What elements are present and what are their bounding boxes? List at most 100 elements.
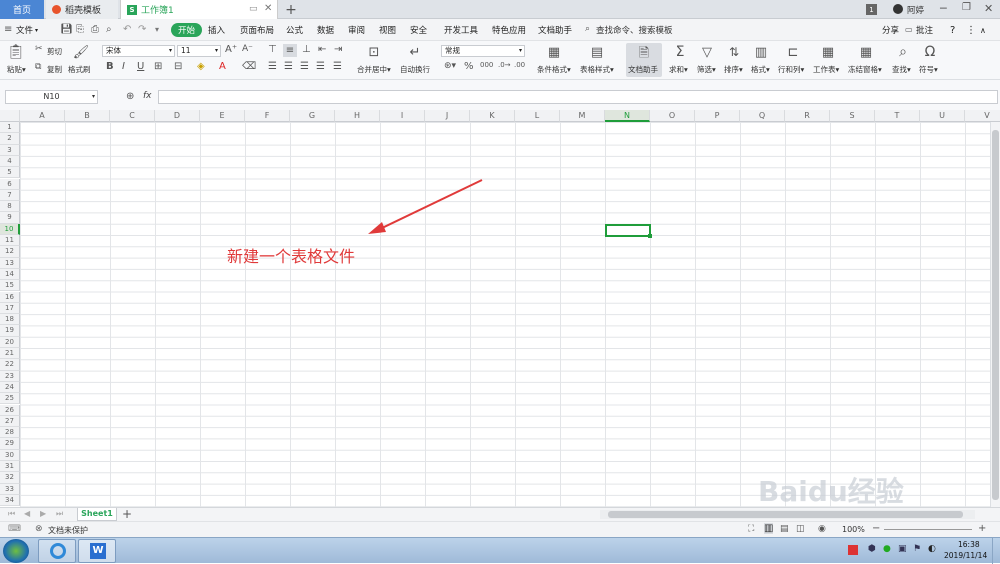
zoom-in-icon[interactable]: + [978, 523, 986, 534]
align-middle-icon[interactable]: ≡ [283, 44, 297, 57]
tray-input-icon[interactable] [848, 545, 858, 555]
reading-mode-icon[interactable]: ◫ [796, 524, 805, 534]
row-header-2[interactable]: 2 [0, 133, 20, 145]
row-header-5[interactable]: 5 [0, 167, 20, 179]
wrap-text-button[interactable]: 自动换行 [400, 64, 430, 75]
column-header-N[interactable]: N [605, 110, 650, 122]
row-header-8[interactable]: 8 [0, 201, 20, 213]
collapse-ribbon-icon[interactable]: ∧ [980, 23, 986, 37]
sort-button[interactable]: 排序▾ [724, 64, 743, 75]
close-window-icon[interactable]: ✕ [984, 2, 993, 15]
row-header-4[interactable]: 4 [0, 155, 20, 168]
formula-input[interactable] [158, 90, 998, 104]
row-header-15[interactable]: 15 [0, 280, 20, 292]
column-header-E[interactable]: E [200, 110, 245, 122]
column-header-M[interactable]: M [560, 110, 605, 122]
worksheet-button[interactable]: 工作表▾ [813, 64, 839, 75]
row-header-20[interactable]: 20 [0, 336, 20, 348]
cell-style-icon[interactable]: ⊟ [174, 62, 182, 72]
fill-color-icon[interactable]: ◈ [197, 62, 205, 72]
column-header-J[interactable]: J [425, 110, 470, 122]
tray-qq-icon[interactable]: ◐ [928, 544, 936, 554]
print-icon[interactable]: ⎙ [91, 24, 99, 35]
column-header-S[interactable]: S [830, 110, 875, 122]
tab-workbook[interactable]: S 工作簿1 ▭ ✕ [120, 0, 278, 19]
paste-button[interactable]: 粘贴▾ [7, 64, 26, 75]
show-desktop-button[interactable] [992, 538, 1000, 564]
percent-icon[interactable]: % [464, 62, 474, 72]
increase-font-icon[interactable]: A⁺ [225, 45, 237, 55]
normal-view-icon[interactable]: ⛶ [748, 524, 754, 534]
currency-icon[interactable]: ⊛▾ [444, 62, 456, 71]
merge-center-button[interactable]: 合并居中▾ [357, 64, 391, 75]
font-color-icon[interactable]: A [219, 62, 226, 72]
align-left-icon[interactable]: ☰ [268, 62, 277, 72]
row-header-21[interactable]: 21 [0, 348, 20, 360]
row-header-26[interactable]: 26 [0, 404, 20, 416]
undo-icon[interactable]: ↶ [123, 24, 131, 35]
row-header-30[interactable]: 30 [0, 449, 20, 461]
hamburger-icon[interactable]: ≡ [4, 24, 12, 35]
tab-close-icon[interactable]: ✕ [264, 3, 272, 14]
row-header-17[interactable]: 17 [0, 302, 20, 315]
last-sheet-icon[interactable]: ⏭ [56, 509, 63, 519]
row-header-19[interactable]: 19 [0, 325, 20, 337]
tray-monitor-icon[interactable]: ▣ [898, 544, 907, 554]
clear-format-icon[interactable]: ⌫ [242, 62, 256, 72]
column-header-H[interactable]: H [335, 110, 380, 122]
row-header-1[interactable]: 1 [0, 122, 20, 134]
cond-format-button[interactable]: 条件格式▾ [537, 64, 571, 75]
menu-data[interactable]: 数据 [317, 23, 334, 37]
sum-button[interactable]: 求和▾ [669, 64, 688, 75]
eye-protect-icon[interactable]: ◉ [818, 524, 826, 534]
italic-icon[interactable]: I [122, 62, 125, 72]
zoom-formula-icon[interactable]: ⊕ [126, 91, 134, 102]
menu-formula[interactable]: 公式 [286, 23, 303, 37]
row-header-16[interactable]: 16 [0, 291, 20, 303]
tray-flag-icon[interactable]: ⚑ [913, 544, 921, 554]
comment-button[interactable]: 批注 [916, 23, 933, 37]
share-button[interactable]: 分享 [882, 23, 899, 37]
clock-time[interactable]: 16:38 [958, 540, 980, 549]
column-header-Q[interactable]: Q [740, 110, 785, 122]
tab-popout-icon[interactable]: ▭ [249, 4, 258, 14]
doc-helper-button[interactable]: 🗎︎ 文档助手 [626, 43, 662, 77]
active-cell[interactable] [605, 224, 652, 238]
border-icon[interactable]: ⊞ [154, 62, 162, 72]
taskbar-browser-icon[interactable] [38, 539, 76, 563]
horizontal-scrollbar[interactable] [600, 510, 975, 519]
column-header-C[interactable]: C [110, 110, 155, 122]
row-header-6[interactable]: 6 [0, 178, 20, 190]
symbol-button[interactable]: 符号▾ [919, 64, 938, 75]
decrease-font-icon[interactable]: A⁻ [242, 45, 253, 54]
paste-icon[interactable]: 📋︎ [7, 44, 25, 60]
help-button[interactable]: ? [950, 23, 955, 37]
menu-features[interactable]: 特色应用 [492, 23, 526, 37]
vertical-scroll-thumb[interactable] [992, 130, 999, 500]
tray-network-icon[interactable]: ⬢ [868, 544, 876, 554]
export-pdf-icon[interactable]: ⎘ [76, 24, 84, 35]
add-sheet-button[interactable]: + [122, 507, 132, 521]
increase-decimal-icon[interactable]: .0→ [498, 62, 511, 69]
find-button[interactable]: 查找▾ [892, 64, 911, 75]
clock-date[interactable]: 2019/11/14 [944, 551, 987, 560]
spreadsheet-grid[interactable]: ABCDEFGHIJKLMNOPQRSTUV 1 2 3 4 5 6 7 8 9 10 11 12 13… [0, 110, 1000, 507]
thousands-icon[interactable]: 000 [480, 62, 493, 69]
horizontal-scroll-thumb[interactable] [608, 511, 963, 518]
align-right-icon[interactable]: ☰ [300, 62, 309, 72]
minimize-icon[interactable]: ─ [940, 2, 947, 15]
taskbar-wps-icon[interactable]: W [78, 539, 116, 563]
redo-icon[interactable]: ↷ [138, 24, 146, 35]
column-header-U[interactable]: U [920, 110, 965, 122]
user-name[interactable]: 阿婷 [907, 4, 924, 16]
table-style-button[interactable]: 表格样式▾ [580, 64, 614, 75]
select-all-corner[interactable] [0, 110, 20, 122]
column-header-F[interactable]: F [245, 110, 290, 122]
row-header-33[interactable]: 33 [0, 483, 20, 495]
column-header-P[interactable]: P [695, 110, 740, 122]
indent-increase-icon[interactable]: ⇥ [334, 45, 342, 55]
zoom-slider[interactable] [884, 529, 972, 530]
column-header-B[interactable]: B [65, 110, 110, 122]
more-options-icon[interactable]: ⋮ [966, 23, 976, 37]
tab-template[interactable]: 稻壳模板 [46, 0, 118, 19]
